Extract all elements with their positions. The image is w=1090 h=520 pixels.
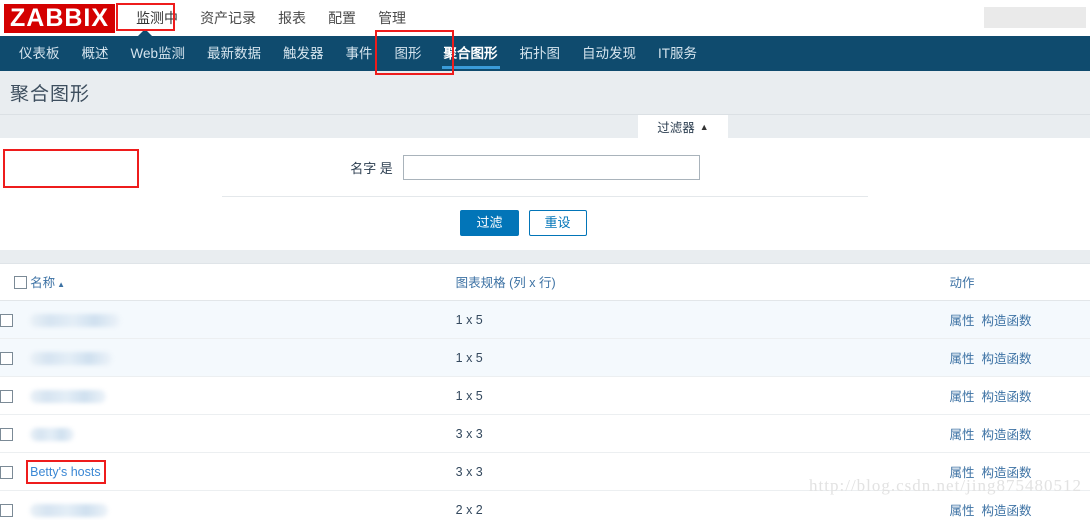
- sub-navigation: 仪表板 概述 Web监测 最新数据 触发器 事件 图形 聚合图形 拓扑图 自动发…: [0, 29, 1090, 75]
- subnav-item-web-monitoring[interactable]: Web监测: [120, 36, 197, 71]
- top-menu-item-configuration[interactable]: 配置: [317, 4, 367, 32]
- subnav-item-overview[interactable]: 概述: [71, 36, 120, 71]
- sort-ascending-icon: ▲: [57, 280, 66, 289]
- row-checkbox[interactable]: [0, 503, 13, 517]
- row-action-links: 属性 构造函数: [949, 314, 1031, 328]
- row-checkbox[interactable]: [0, 313, 13, 327]
- select-all-header: [0, 264, 31, 301]
- subnav-item-discovery[interactable]: 自动发现: [571, 36, 647, 71]
- redacted-name: [30, 427, 75, 441]
- screen-name-link[interactable]: Betty's hosts: [30, 465, 100, 479]
- row-checkbox[interactable]: [0, 427, 13, 441]
- row-properties-link[interactable]: 属性: [949, 428, 974, 442]
- row-action-links: 属性 构造函数: [949, 352, 1031, 366]
- row-properties-link[interactable]: 属性: [949, 390, 974, 404]
- table-row: 3 x 3 属性 构造函数: [0, 414, 1090, 453]
- table-row: 1 x 5 属性 构造函数: [0, 300, 1090, 339]
- row-name-cell: [30, 376, 456, 415]
- top-menu-item-administration[interactable]: 管理: [367, 4, 417, 32]
- filter-name-row: 名字 是: [0, 138, 1090, 196]
- redacted-name: [30, 313, 121, 327]
- row-name-cell: [30, 338, 456, 377]
- redacted-name: [30, 503, 109, 517]
- row-properties-link[interactable]: 属性: [949, 504, 974, 518]
- redacted-name: [30, 389, 107, 403]
- filter-buttons: 过滤 重设: [0, 197, 1090, 250]
- filter-panel: 名字 是 过滤 重设: [0, 138, 1090, 250]
- table-header-row: 名称 ▲ 图表规格 (列 x 行) 动作: [0, 264, 1090, 301]
- row-select-cell: [0, 452, 31, 491]
- row-action-cell: 属性 构造函数: [949, 376, 1090, 415]
- top-menu-item-reports[interactable]: 报表: [267, 4, 317, 32]
- app-root: ZABBIX 监测中 资产记录 报表 配置 管理 仪表板 概述 Web监测 最新…: [0, 0, 1090, 520]
- column-header-name[interactable]: 名称 ▲: [30, 264, 456, 301]
- page-title-bar: 聚合图形: [0, 71, 1090, 115]
- row-action-cell: 属性 构造函数: [949, 414, 1090, 453]
- top-menu-item-monitoring[interactable]: 监测中: [125, 4, 189, 32]
- table-row: 1 x 5 属性 构造函数: [0, 376, 1090, 415]
- row-name-cell: [30, 414, 456, 453]
- filter-name-label: 名字 是: [350, 161, 393, 176]
- row-constructor-link[interactable]: 构造函数: [981, 352, 1031, 366]
- row-action-cell: 属性 构造函数: [949, 338, 1090, 377]
- chevron-up-icon: ▲: [699, 121, 709, 132]
- row-select-cell: [0, 338, 31, 377]
- row-name-cell: [30, 300, 456, 339]
- top-menu: 监测中 资产记录 报表 配置 管理: [125, 0, 417, 36]
- filter-tab-row: 过滤器 ▲: [0, 115, 1090, 138]
- row-checkbox[interactable]: [0, 465, 13, 479]
- column-header-action: 动作: [949, 264, 1090, 301]
- table-head: 名称 ▲ 图表规格 (列 x 行) 动作: [0, 264, 1090, 301]
- column-header-spec: 图表规格 (列 x 行): [455, 264, 950, 301]
- row-spec-cell: 1 x 5: [455, 376, 950, 415]
- filter-tab[interactable]: 过滤器 ▲: [638, 115, 728, 138]
- column-header-name-label: 名称: [30, 276, 56, 290]
- row-name-cell: Betty's hosts: [30, 452, 456, 491]
- row-select-cell: [0, 414, 31, 453]
- row-select-cell: [0, 376, 31, 415]
- redacted-name: [30, 351, 113, 365]
- filter-tab-label: 过滤器: [657, 121, 695, 135]
- row-spec-cell: 3 x 3: [455, 414, 950, 453]
- filter-name-input[interactable]: [402, 155, 700, 180]
- row-name-cell: [30, 490, 456, 520]
- subnav-item-maps[interactable]: 拓扑图: [509, 36, 572, 71]
- row-constructor-link[interactable]: 构造函数: [981, 314, 1031, 328]
- select-all-checkbox[interactable]: [14, 275, 27, 289]
- row-select-cell: [0, 300, 31, 339]
- subnav-item-dashboard[interactable]: 仪表板: [8, 36, 71, 71]
- row-constructor-link[interactable]: 构造函数: [981, 390, 1031, 404]
- row-action-links: 属性 构造函数: [949, 428, 1031, 442]
- row-spec-cell: 1 x 5: [455, 300, 950, 339]
- row-select-cell: [0, 490, 31, 520]
- page-title: 聚合图形: [10, 84, 91, 105]
- subnav-item-latest-data[interactable]: 最新数据: [196, 36, 272, 71]
- row-properties-link[interactable]: 属性: [949, 314, 974, 328]
- row-action-links: 属性 构造函数: [949, 504, 1031, 518]
- row-checkbox[interactable]: [0, 389, 13, 403]
- row-action-links: 属性 构造函数: [949, 390, 1031, 404]
- row-properties-link[interactable]: 属性: [949, 352, 974, 366]
- subnav-item-graphs[interactable]: 图形: [384, 36, 433, 71]
- filter-reset-button[interactable]: 重设: [528, 210, 587, 236]
- row-constructor-link[interactable]: 构造函数: [981, 428, 1031, 442]
- zabbix-logo[interactable]: ZABBIX: [4, 3, 116, 33]
- top-menu-item-inventory[interactable]: 资产记录: [189, 4, 267, 32]
- row-checkbox[interactable]: [0, 351, 13, 365]
- section-gap: [0, 250, 1090, 263]
- subnav-item-screens[interactable]: 聚合图形: [433, 36, 509, 71]
- subnav-item-it-services[interactable]: IT服务: [647, 36, 708, 71]
- subnav-item-events[interactable]: 事件: [335, 36, 384, 71]
- table-row: 1 x 5 属性 构造函数: [0, 338, 1090, 377]
- watermark-text: http://blog.csdn.net/jing875480512: [809, 476, 1082, 495]
- row-action-cell: 属性 构造函数: [949, 300, 1090, 339]
- row-spec-cell: 1 x 5: [455, 338, 950, 377]
- top-header: ZABBIX 监测中 资产记录 报表 配置 管理: [0, 0, 1090, 36]
- filter-apply-button[interactable]: 过滤: [460, 210, 519, 236]
- subnav-item-triggers[interactable]: 触发器: [272, 36, 335, 71]
- global-search-input[interactable]: [984, 7, 1086, 28]
- page-body: 聚合图形 过滤器 ▲ 名字 是 过滤 重设 名称 ▲ 图表规格 (列 x 行) …: [0, 71, 1090, 520]
- row-constructor-link[interactable]: 构造函数: [981, 504, 1031, 518]
